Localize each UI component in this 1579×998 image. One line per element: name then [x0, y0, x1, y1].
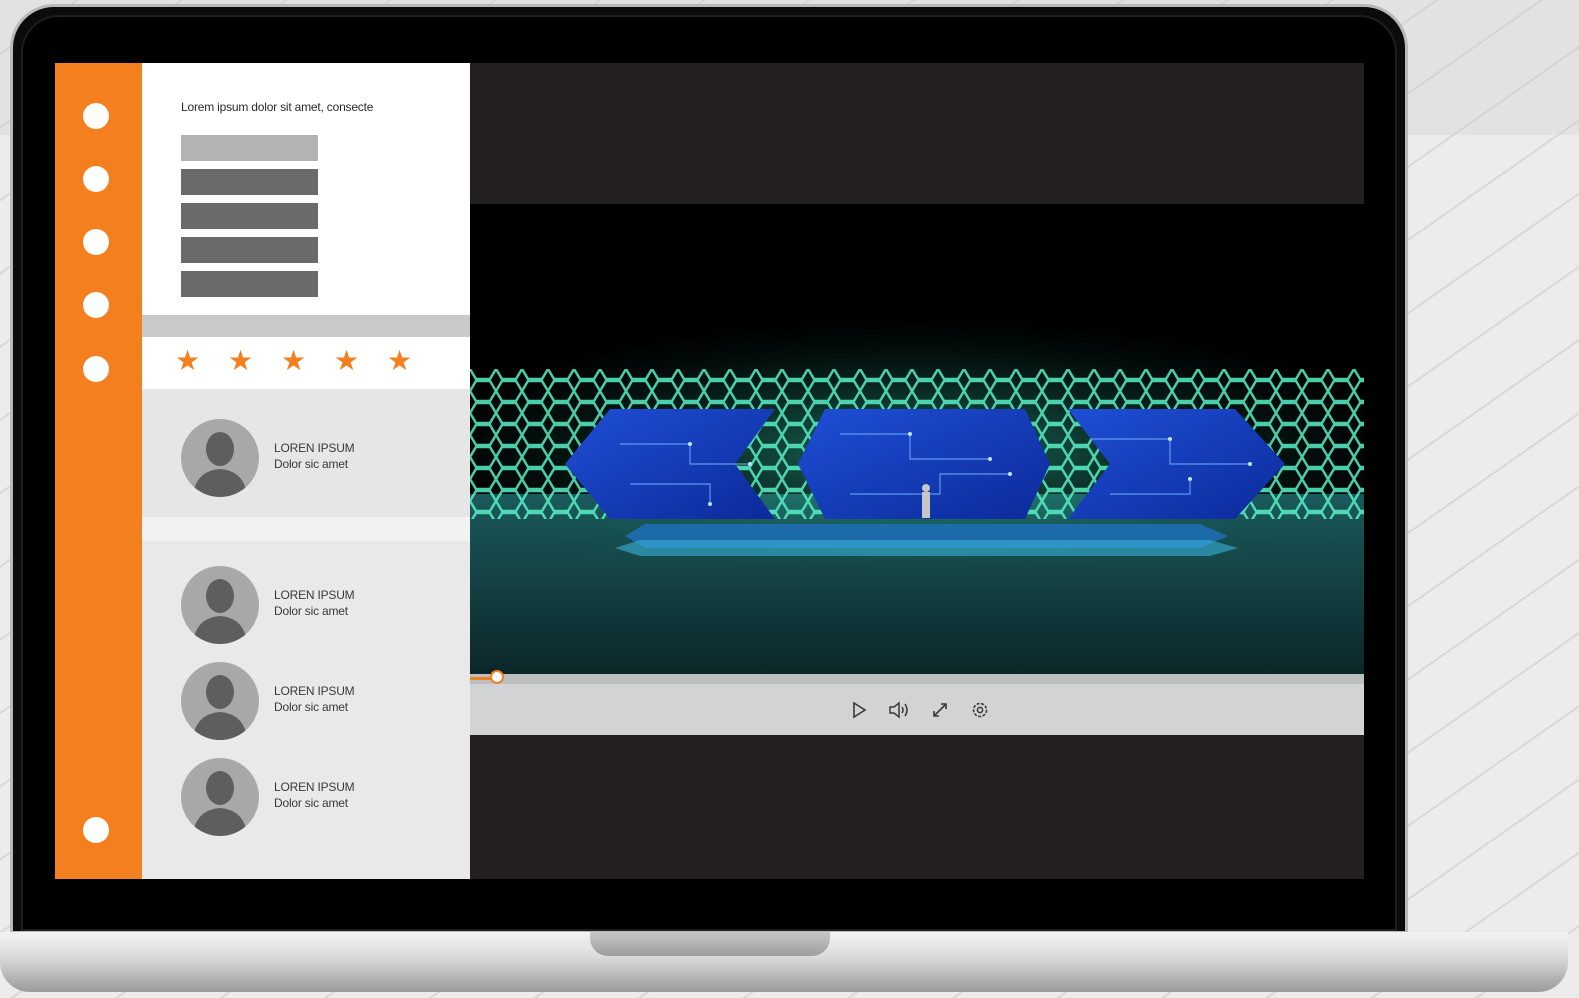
side-panel: Lorem ipsum dolor sit amet, consecte ★ ★… [142, 63, 470, 879]
menu-bar-3[interactable] [181, 203, 318, 229]
settings-icon [972, 702, 988, 718]
person-name: LOREN IPSUM [274, 441, 355, 455]
person-subtitle: Dolor sic amet [274, 796, 348, 810]
list-item[interactable]: LOREN IPSUM Dolor sic amet [181, 662, 481, 742]
menu-bar-1[interactable] [181, 135, 318, 161]
avatar [181, 419, 259, 497]
nav-dot-3[interactable] [83, 229, 109, 255]
volume-button[interactable] [888, 699, 910, 721]
screen: Lorem ipsum dolor sit amet, consecte ★ ★… [55, 63, 1364, 879]
star-icon[interactable]: ★ [175, 347, 200, 375]
user-silhouette-icon [193, 771, 247, 836]
fullscreen-button[interactable] [929, 699, 951, 721]
menu-bar-5[interactable] [181, 271, 318, 297]
panel-divider [142, 315, 470, 337]
list-item[interactable]: LOREN IPSUM Dolor sic amet [181, 419, 481, 499]
progress-bar[interactable] [470, 670, 1364, 684]
star-icon[interactable]: ★ [281, 347, 306, 375]
list-item[interactable]: LOREN IPSUM Dolor sic amet [181, 758, 481, 838]
video-bottom-area [470, 735, 1364, 879]
user-silhouette-icon [193, 675, 247, 740]
person-name: LOREN IPSUM [274, 588, 355, 602]
play-button[interactable] [848, 699, 870, 721]
nav-dot-6[interactable] [83, 817, 109, 843]
person-subtitle: Dolor sic amet [274, 604, 348, 618]
laptop-notch [590, 932, 830, 956]
play-icon [853, 701, 867, 719]
player-controls [470, 670, 1364, 735]
panel-header-card: Lorem ipsum dolor sit amet, consecte [142, 63, 470, 315]
video-top-area [470, 63, 1364, 204]
volume-icon [889, 701, 908, 719]
video-frame[interactable] [470, 204, 1364, 674]
menu-bar-2[interactable] [181, 169, 318, 195]
nav-dot-4[interactable] [83, 292, 109, 318]
list-separator [142, 517, 470, 541]
star-icon[interactable]: ★ [334, 347, 359, 375]
star-rating[interactable]: ★ ★ ★ ★ ★ [142, 337, 470, 389]
fullscreen-icon [933, 703, 947, 717]
star-icon[interactable]: ★ [228, 347, 253, 375]
nav-dot-1[interactable] [83, 103, 109, 129]
person-subtitle: Dolor sic amet [274, 700, 348, 714]
stage-scene-image [470, 204, 1364, 674]
nav-dot-2[interactable] [83, 166, 109, 192]
person-name: LOREN IPSUM [274, 780, 355, 794]
star-icon[interactable]: ★ [387, 347, 412, 375]
person-name: LOREN IPSUM [274, 684, 355, 698]
avatar [181, 566, 259, 644]
user-silhouette-icon [193, 579, 247, 644]
settings-button[interactable] [969, 699, 991, 721]
avatar [181, 758, 259, 836]
nav-rail [55, 63, 142, 879]
list-item[interactable]: LOREN IPSUM Dolor sic amet [181, 566, 481, 646]
user-silhouette-icon [193, 432, 247, 497]
menu-bar-4[interactable] [181, 237, 318, 263]
progress-knob[interactable] [490, 670, 504, 684]
avatar [181, 662, 259, 740]
panel-heading: Lorem ipsum dolor sit amet, consecte [181, 100, 374, 114]
nav-dot-5[interactable] [83, 356, 109, 382]
person-subtitle: Dolor sic amet [274, 457, 348, 471]
